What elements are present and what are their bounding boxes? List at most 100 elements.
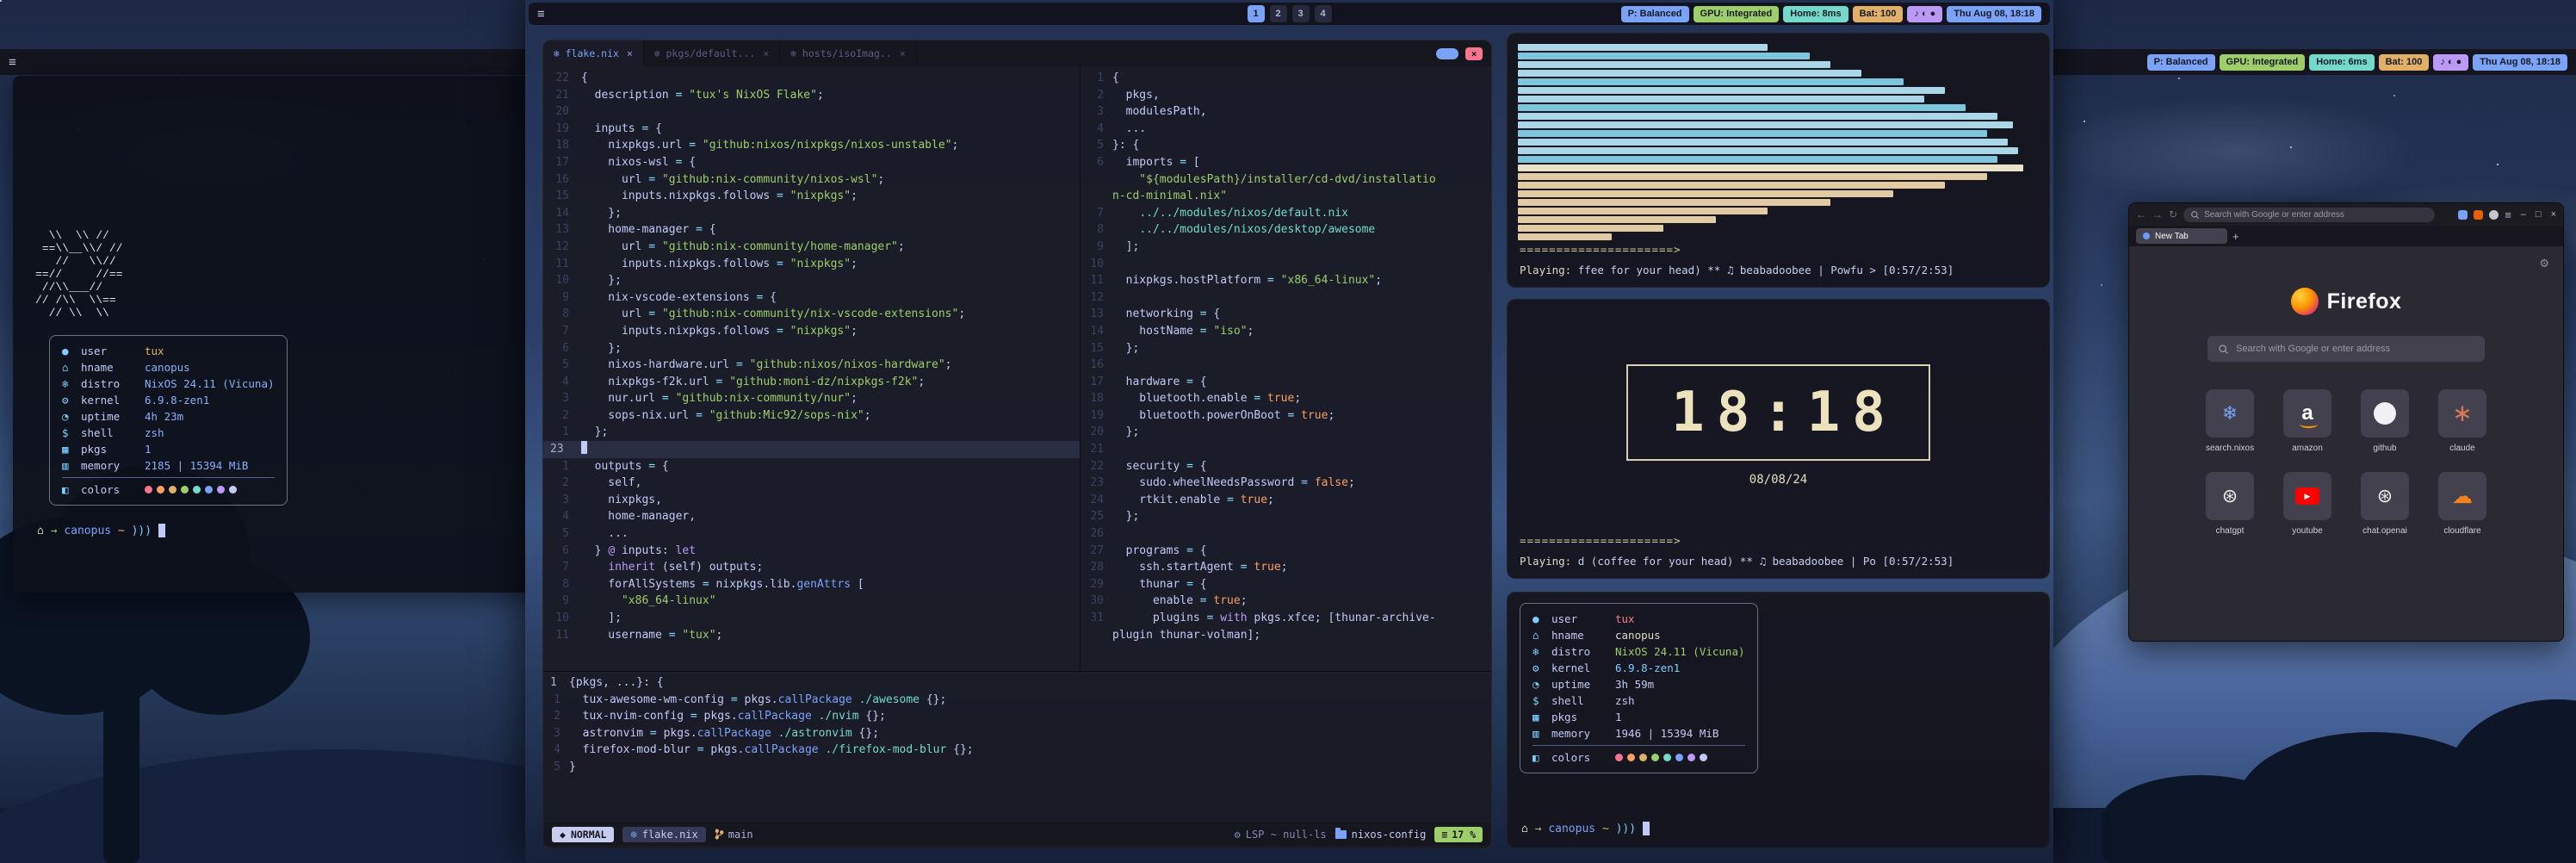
network-latency-chip[interactable]: Home: 6ms (2309, 54, 2374, 71)
line-number: 13 (543, 221, 581, 239)
editor-tab-hosts-isoImag-[interactable]: ❄hosts/isoImag..× (780, 40, 916, 66)
code-text: "x86_64-linux" (581, 593, 716, 610)
extension-icon[interactable] (2474, 210, 2483, 220)
cava-bar (1518, 190, 1893, 197)
gpu-chip[interactable]: GPU: Integrated (1694, 6, 1780, 22)
firefox-logo: Firefox (2129, 246, 2563, 315)
line-number: 12 (1081, 289, 1112, 307)
editor-pane-default[interactable]: 1{pkgs, ...}: {1 tux-awesome-wm-config =… (543, 674, 1492, 776)
gpu-chip[interactable]: GPU: Integrated (2220, 54, 2306, 71)
line-number: 2 (543, 475, 581, 492)
battery-chip[interactable]: Bat: 100 (2379, 54, 2430, 71)
fetch-row-distro: ❄distroNixOS 24.11 (Vicuna) (1533, 643, 1745, 660)
git-branch[interactable]: main (715, 829, 753, 841)
shortcut-chat-openai[interactable]: ⊛chat.openai (2361, 472, 2409, 536)
hname-icon: ⌂ (62, 361, 81, 374)
code-text: } (569, 759, 576, 776)
personalize-gear-icon[interactable]: ⚙ (2539, 257, 2549, 270)
code-text: inputs = { (581, 121, 662, 138)
refresh-icon[interactable]: ↻ (2169, 208, 2177, 220)
shortcut-search-nixos[interactable]: ❄search.nixos (2206, 389, 2254, 453)
url-bar[interactable]: Search with Google or enter address (2183, 208, 2435, 222)
workspace-button-4[interactable]: 4 (1315, 5, 1332, 22)
pane-separator[interactable] (543, 671, 1491, 672)
extension-icon[interactable] (2489, 210, 2499, 220)
editor-tab-flake-nix[interactable]: ❄flake.nix× (543, 40, 644, 66)
editor-tab-pkgs-default-[interactable]: ❄pkgs/default...× (644, 40, 780, 66)
shortcut-grid: ❄search.nixos aamazon github ∗claude ⊛chatgp… (2204, 389, 2488, 536)
shortcut-youtube[interactable]: ▶youtube (2283, 472, 2331, 536)
cloud (2049, 95, 2419, 207)
extension-icon[interactable] (2458, 210, 2468, 220)
datetime-chip[interactable]: Thu Aug 08, 18:18 (2473, 54, 2567, 71)
editor-pane-iso[interactable]: 1{2 pkgs,3 modulesPath,4 ...5}: {6 impor… (1081, 70, 1492, 673)
tab-close-icon[interactable]: × (763, 47, 769, 59)
code-line: 13 networking = { (1081, 306, 1492, 323)
inner-screenshot: ≡ 1234 P: BalancedGPU: IntegratedHome: 8… (525, 0, 2053, 863)
code-line: 27 programs = { (1081, 543, 1492, 560)
battery-chip[interactable]: Bat: 100 (1853, 6, 1904, 22)
tab-close-icon[interactable]: × (627, 47, 633, 59)
workspace-button-1[interactable]: 1 (1248, 5, 1265, 22)
minimize-button[interactable]: – (2521, 209, 2526, 220)
fetch-value: 6.9.8-zen1 (1615, 661, 1680, 674)
line-number: 10 (543, 272, 581, 289)
shortcut-amazon[interactable]: aamazon (2283, 389, 2331, 453)
cava-bar (1518, 147, 2018, 154)
menu-icon[interactable]: ≡ (9, 55, 16, 70)
tab-close-icon[interactable]: × (900, 47, 906, 59)
fetch-value: tux (1615, 612, 1635, 625)
pane-separator[interactable] (1080, 66, 1081, 671)
forward-icon[interactable]: → (2152, 208, 2163, 220)
close-button[interactable]: × (2551, 209, 2556, 220)
power-profile-chip[interactable]: P: Balanced (2147, 54, 2215, 71)
systray-icons-chip[interactable]: ♪ ◐ ● (2433, 54, 2468, 71)
line-number: 23 (543, 441, 581, 458)
user-icon: ● (62, 345, 81, 357)
window-close-button[interactable]: × (1465, 47, 1483, 60)
pane-toggle-button[interactable] (1436, 48, 1458, 59)
editor-cursor (581, 441, 587, 454)
code-line: 5 nixos-hardware.url = "github:nixos/nix… (543, 357, 1080, 374)
firefox-new-tab-page: ⚙ Firefox Search with Google or enter ad… (2129, 246, 2563, 642)
menu-icon[interactable]: ≡ (2505, 208, 2511, 221)
menu-icon[interactable]: ≡ (537, 7, 545, 22)
maximize-button[interactable]: □ (2536, 209, 2542, 220)
workspace-button-3[interactable]: 3 (1292, 5, 1310, 22)
code-line: 19 inputs = { (543, 121, 1080, 138)
line-number: 5 (543, 759, 569, 776)
workspace-button-2[interactable]: 2 (1270, 5, 1287, 22)
systray-icons-chip[interactable]: ♪ ◐ ● (1907, 6, 1942, 22)
code-text: firefox-mod-blur = pkgs.callPackage ./fi… (569, 742, 974, 759)
brand-name: Firefox (2327, 289, 2402, 314)
folder-icon (1335, 830, 1347, 839)
datetime-chip[interactable]: Thu Aug 08, 18:18 (1947, 6, 2041, 22)
shortcut-cloudflare[interactable]: ☁cloudflare (2438, 472, 2486, 536)
prompt-part: ))) (1616, 823, 1636, 835)
uptime-icon: ◔ (62, 410, 81, 423)
new-tab-button[interactable]: + (2232, 230, 2239, 243)
tab-new-tab[interactable]: New Tab (2136, 228, 2227, 244)
shell-prompt[interactable]: ⌂ → canopus ~ ))) (1521, 822, 1650, 835)
fetch-row-shell: $shellzsh (1533, 692, 1745, 709)
shortcut-chatgpt[interactable]: ⊛chatgpt (2206, 472, 2254, 536)
line-number (1081, 188, 1112, 205)
kernel-icon: ⚙ (62, 394, 81, 407)
fetch-value: NixOS 24.11 (Vicuna) (145, 377, 275, 390)
editor-pane-flake[interactable]: 22{21 description = "tux's NixOS Flake";… (543, 70, 1080, 673)
cava-bar (1518, 70, 1861, 77)
back-icon[interactable]: ← (2136, 208, 2146, 220)
power-profile-chip[interactable]: P: Balanced (1621, 6, 1689, 22)
statusline: ◆ NORMAL ❄ flake.nix main ⚙ LSP ~ null-l… (543, 823, 1491, 846)
newtab-search-bar[interactable]: Search with Google or enter address (2208, 336, 2485, 362)
search-icon (2218, 344, 2229, 355)
shortcut-claude[interactable]: ∗claude (2438, 389, 2486, 453)
fetch-value: 1946 | 15394 MiB (1615, 727, 1718, 740)
code-text: ssh.startAgent = true; (1112, 559, 1288, 576)
line-number: 28 (1081, 559, 1112, 576)
shortcut-github[interactable]: github (2361, 389, 2409, 453)
shell-prompt[interactable]: ⌂ → canopus ~ ))) (37, 524, 568, 537)
code-line: 13 home-manager = { (543, 221, 1080, 239)
code-line: 10 ]; (543, 610, 1080, 627)
network-latency-chip[interactable]: Home: 8ms (1783, 6, 1848, 22)
